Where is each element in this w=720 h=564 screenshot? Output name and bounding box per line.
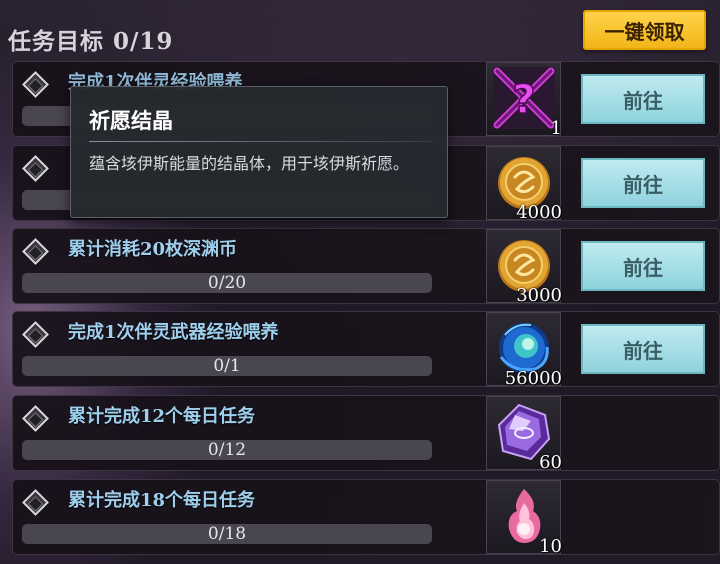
tooltip-title: 祈愿结晶 xyxy=(89,108,173,133)
go-button[interactable]: 前往 xyxy=(581,74,705,124)
reward-slot[interactable]: 4000 xyxy=(486,146,562,223)
task-row: 累计完成12个每日任务 0/12 60 xyxy=(12,395,720,473)
task-status-diamond-icon xyxy=(22,155,49,182)
task-status-diamond-icon xyxy=(22,71,49,98)
tooltip-divider xyxy=(89,141,431,142)
task-name: 完成1次伴灵武器经验喂养 xyxy=(68,322,279,343)
task-name: 累计完成18个每日任务 xyxy=(68,490,256,511)
item-tooltip: 祈愿结晶 蕴含垓伊斯能量的结晶体，用于垓伊斯祈愿。 xyxy=(70,86,448,218)
task-status-diamond-icon xyxy=(22,238,49,265)
reward-quantity: 1 xyxy=(550,118,562,139)
reward-quantity: 60 xyxy=(539,452,562,473)
progress-text: 0/20 xyxy=(207,273,247,293)
reward-quantity: 10 xyxy=(539,536,562,557)
progress-bar: 0/12 xyxy=(22,440,432,460)
unknown-question-icon: ? xyxy=(493,67,555,129)
task-row: 累计完成18个每日任务 0/18 10 xyxy=(12,479,720,557)
task-name: 累计消耗20枚深渊币 xyxy=(68,239,238,260)
progress-text: 0/1 xyxy=(213,356,241,376)
task-status-diamond-icon xyxy=(22,405,49,432)
progress-bar: 0/1 xyxy=(22,356,432,376)
task-row: 完成1次伴灵武器经验喂养 0/1 56000 前往 xyxy=(12,311,720,389)
task-status-diamond-icon xyxy=(22,321,49,348)
go-button[interactable]: 前往 xyxy=(581,324,705,374)
task-status-diamond-icon xyxy=(22,489,49,516)
reward-quantity: 56000 xyxy=(504,368,562,389)
task-name: 累计完成12个每日任务 xyxy=(68,406,256,427)
go-button[interactable]: 前往 xyxy=(581,158,705,208)
reward-slot[interactable]: 56000 xyxy=(486,312,562,389)
reward-quantity: 3000 xyxy=(516,285,562,306)
reward-slot[interactable]: 3000 xyxy=(486,229,562,306)
reward-quantity: 4000 xyxy=(516,202,562,223)
task-row: 累计消耗20枚深渊币 0/20 3000 前往 xyxy=(12,228,720,306)
page-title: 任务目标 0/19 xyxy=(8,28,174,55)
reward-slot[interactable]: 10 xyxy=(486,480,562,557)
progress-bar: 0/20 xyxy=(22,273,432,293)
progress-bar: 0/18 xyxy=(22,524,432,544)
svg-text:?: ? xyxy=(512,77,535,123)
reward-slot[interactable]: ? 1 xyxy=(486,62,562,139)
task-panel: 任务目标 0/19 一键领取 完成1次伴灵经验喂养 ? 1 前往 4000 前往… xyxy=(0,0,720,564)
progress-text: 0/12 xyxy=(207,440,247,460)
claim-all-button[interactable]: 一键领取 xyxy=(583,10,706,50)
tooltip-description: 蕴含垓伊斯能量的结晶体，用于垓伊斯祈愿。 xyxy=(89,154,410,173)
go-button[interactable]: 前往 xyxy=(581,241,705,291)
progress-text: 0/18 xyxy=(207,524,247,544)
reward-slot[interactable]: 60 xyxy=(486,396,562,473)
